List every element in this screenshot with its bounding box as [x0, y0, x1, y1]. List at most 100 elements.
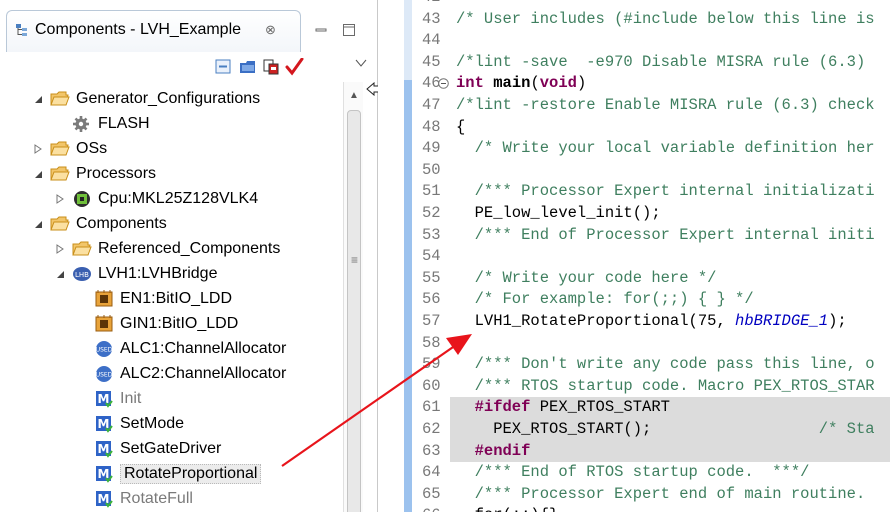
- components-view-icon: [16, 24, 27, 36]
- code-line[interactable]: 62 PEX_RTOS_START(); /* Sta: [378, 419, 890, 441]
- code-line[interactable]: 44: [378, 30, 890, 52]
- tree-item[interactable]: M SetMode: [76, 411, 184, 436]
- code-line[interactable]: 61 #ifdef PEX_RTOS_START: [378, 397, 890, 419]
- code-text: {: [456, 117, 465, 139]
- code-line[interactable]: 45 /*lint -save -e970 Disable MISRA rule …: [378, 52, 890, 74]
- tree-item[interactable]: EN1:BitIO_LDD: [76, 286, 232, 311]
- code-line[interactable]: 59 /*** Don't write any code pass this l…: [378, 354, 890, 376]
- link-editor-icon[interactable]: [261, 58, 281, 76]
- code-line[interactable]: 53 /*** End of Processor Expert internal…: [378, 225, 890, 247]
- code-line[interactable]: 47 /*lint -restore Enable MISRA rule (6.3…: [378, 95, 890, 117]
- chip-icon: [72, 190, 92, 208]
- folder-view-icon[interactable]: [238, 58, 258, 76]
- tree-item[interactable]: Generator_Configurations: [32, 86, 260, 111]
- tree-item[interactable]: M RotateProportional: [76, 461, 262, 486]
- tree-item[interactable]: M RotateFull: [76, 486, 193, 511]
- component-icon: LHB: [72, 265, 92, 283]
- scrollbar-thumb[interactable]: ≡: [347, 110, 361, 512]
- line-number: 50: [422, 160, 441, 179]
- tree-item[interactable]: USED ALC2:ChannelAllocator: [76, 361, 286, 386]
- scroll-grip-icon: ≡: [351, 253, 359, 267]
- minimize-icon[interactable]: [313, 22, 329, 38]
- line-number: 60: [422, 376, 441, 395]
- line-number: 64: [422, 463, 441, 482]
- tree-item[interactable]: LHB LVH1:LVHBridge: [54, 261, 217, 286]
- expanded-twisty-icon[interactable]: [54, 268, 66, 280]
- line-number: 47: [422, 96, 441, 114]
- folder-icon: [50, 140, 70, 158]
- code-text: /*** Don't write any code pass this line…: [456, 354, 875, 376]
- line-number: 44: [422, 31, 441, 50]
- line-number: 59: [422, 355, 441, 374]
- method-icon: M: [94, 390, 114, 408]
- code-line[interactable]: 49 /* Write your local variable definiti…: [378, 138, 890, 160]
- components-view: Components - LVH_Example ⊗ Generator_Con…: [0, 0, 378, 512]
- tab-close-icon[interactable]: ⊗: [265, 22, 276, 38]
- tree-item-label: OSs: [76, 139, 108, 157]
- code-line[interactable]: 64 /*** End of RTOS startup code. ***/: [378, 462, 890, 484]
- code-line[interactable]: 55 /* Write your code here */: [378, 268, 890, 290]
- svg-text:USED: USED: [96, 346, 113, 353]
- tree-scrollbar[interactable]: ▲ ≡: [343, 82, 363, 512]
- used-component-icon: USED: [94, 340, 114, 358]
- expanded-twisty-icon[interactable]: [32, 93, 44, 105]
- code-line[interactable]: 57 LVH1_RotateProportional(75, hbBRIDGE_…: [378, 311, 890, 333]
- tree-item[interactable]: Components: [32, 211, 167, 236]
- code-line[interactable]: 43 /* User includes (#include below this …: [378, 9, 890, 31]
- code-text: PE_low_level_init();: [456, 203, 661, 225]
- scroll-up-icon[interactable]: ▲: [349, 90, 359, 101]
- maximize-icon[interactable]: [341, 22, 357, 38]
- expanded-twisty-icon[interactable]: [32, 218, 44, 230]
- code-line[interactable]: 46 int main(void): [378, 73, 890, 95]
- code-line[interactable]: 42: [378, 0, 890, 9]
- code-text: int main(void): [456, 73, 586, 95]
- code-line[interactable]: 50: [378, 160, 890, 182]
- code-line[interactable]: 51 /*** Processor Expert internal initia…: [378, 181, 890, 203]
- code-token: /*lint -save -e970 Disable MISRA rule (6…: [456, 52, 866, 71]
- code-token: {: [456, 117, 466, 136]
- code-line[interactable]: 65 /*** Processor Expert end of main rou…: [378, 484, 890, 506]
- code-text: /* User includes (#include below this li…: [456, 9, 875, 31]
- collapsed-twisty-icon[interactable]: [54, 243, 66, 255]
- check-icon[interactable]: [284, 58, 304, 76]
- tree-item[interactable]: Processors: [32, 161, 156, 186]
- code-token: int: [456, 74, 494, 93]
- line-number: 51: [422, 182, 441, 201]
- components-tab[interactable]: Components - LVH_Example ⊗: [6, 10, 301, 52]
- view-menu-icon[interactable]: [354, 58, 368, 68]
- tree-item-label: RotateFull: [120, 489, 193, 507]
- line-number: 43: [422, 9, 441, 28]
- tree-item[interactable]: GIN1:BitIO_LDD: [76, 311, 238, 336]
- code-text: /*** RTOS startup code. Macro PEX_RTOS_S…: [456, 376, 875, 398]
- code-text: /*** Processor Expert internal initializ…: [456, 181, 875, 203]
- fold-collapse-icon[interactable]: [438, 78, 449, 90]
- collapsed-twisty-icon[interactable]: [32, 143, 44, 155]
- code-token: /* Write your code here */: [456, 268, 717, 287]
- code-editor[interactable]: 4243 /* User includes (#include below thi…: [378, 0, 890, 512]
- code-line[interactable]: 58: [378, 333, 890, 355]
- code-line[interactable]: 52 PE_low_level_init();: [378, 203, 890, 225]
- tree-item-label: Cpu:MKL25Z128VLK4: [98, 189, 259, 207]
- tree-item[interactable]: FLASH: [54, 111, 150, 136]
- code-line[interactable]: 54: [378, 246, 890, 268]
- code-line[interactable]: 66 for(;;){}: [378, 505, 890, 512]
- tree-item[interactable]: M SetGateDriver: [76, 436, 221, 461]
- tree-item[interactable]: M Init: [76, 386, 141, 411]
- collapsed-twisty-icon[interactable]: [54, 193, 66, 205]
- tab-title: Components - LVH_Example: [35, 21, 242, 38]
- tree-item[interactable]: Referenced_Components: [54, 236, 280, 261]
- tree-item[interactable]: USED ALC1:ChannelAllocator: [76, 336, 286, 361]
- code-line[interactable]: 48 {: [378, 117, 890, 139]
- code-token: PE_low_level_init();: [456, 204, 661, 222]
- code-line[interactable]: 60 /*** RTOS startup code. Macro PEX_RTO…: [378, 376, 890, 398]
- tree-item[interactable]: Cpu:MKL25Z128VLK4: [54, 186, 258, 211]
- collapse-all-icon[interactable]: [214, 58, 234, 76]
- code-line[interactable]: 63 #endif: [378, 440, 890, 463]
- tree-item[interactable]: OSs: [32, 136, 107, 161]
- code-text: /* Write your local variable definition …: [456, 138, 875, 160]
- line-number: 45: [422, 52, 441, 71]
- expanded-twisty-icon[interactable]: [32, 168, 44, 180]
- code-line[interactable]: 56 /* For example: for(;;) { } */: [378, 289, 890, 311]
